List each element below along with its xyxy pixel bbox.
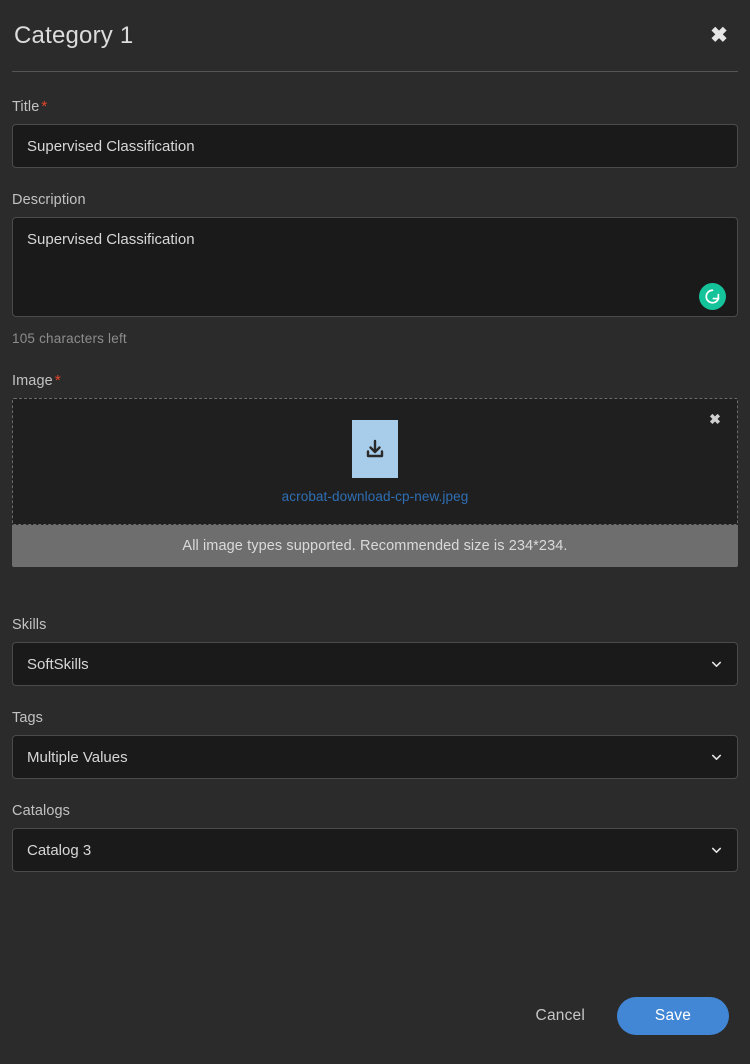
required-asterisk: * xyxy=(53,372,61,389)
remove-image-icon[interactable]: ✖ xyxy=(704,408,726,430)
tags-select-wrap: Multiple Values xyxy=(12,735,738,779)
title-input[interactable] xyxy=(12,124,738,168)
catalogs-field-group: Catalogs Catalog 3 xyxy=(12,803,738,872)
modal-header: Category 1 ✖ xyxy=(12,0,738,72)
description-field-group: Description 105 characters left xyxy=(12,192,738,346)
image-label-text: Image xyxy=(12,373,53,389)
spacer xyxy=(12,567,738,617)
title-label: Title* xyxy=(12,98,738,115)
skills-select-wrap: SoftSkills xyxy=(12,642,738,686)
modal-footer: Cancel Save xyxy=(12,968,738,1064)
grammarly-icon[interactable] xyxy=(699,283,726,310)
image-dropzone[interactable]: ✖ acrobat-download-cp-new.jpeg xyxy=(12,398,738,525)
skills-label: Skills xyxy=(12,617,738,633)
tags-label: Tags xyxy=(12,710,738,726)
skills-select[interactable]: SoftSkills xyxy=(12,642,738,686)
catalogs-select-wrap: Catalog 3 xyxy=(12,828,738,872)
catalogs-select[interactable]: Catalog 3 xyxy=(12,828,738,872)
download-icon xyxy=(352,420,398,478)
tags-selected-value: Multiple Values xyxy=(27,749,128,766)
required-asterisk: * xyxy=(39,98,47,115)
page-title: Category 1 xyxy=(12,22,133,50)
close-icon[interactable]: ✖ xyxy=(704,21,734,51)
spacer xyxy=(12,686,738,710)
spacer xyxy=(12,346,738,372)
characters-left-counter: 105 characters left xyxy=(12,331,738,346)
skills-field-group: Skills SoftSkills xyxy=(12,617,738,686)
description-textarea-wrap xyxy=(12,217,738,322)
image-field-group: Image* ✖ acrobat-download-cp-new.jpeg Al… xyxy=(12,372,738,567)
spacer xyxy=(12,779,738,803)
spacer xyxy=(12,168,738,192)
description-input[interactable] xyxy=(12,217,738,317)
skills-selected-value: SoftSkills xyxy=(27,656,89,673)
catalogs-selected-value: Catalog 3 xyxy=(27,842,91,859)
tags-field-group: Tags Multiple Values xyxy=(12,710,738,779)
title-field-group: Title* xyxy=(12,98,738,168)
image-label: Image* xyxy=(12,372,738,389)
category-edit-modal: Category 1 ✖ Title* Description xyxy=(0,0,750,1064)
tags-select[interactable]: Multiple Values xyxy=(12,735,738,779)
uploaded-file-link[interactable]: acrobat-download-cp-new.jpeg xyxy=(282,489,469,504)
description-label: Description xyxy=(12,192,738,208)
save-button[interactable]: Save xyxy=(617,997,729,1035)
cancel-button[interactable]: Cancel xyxy=(522,999,599,1033)
catalogs-label: Catalogs xyxy=(12,803,738,819)
image-upload-hint: All image types supported. Recommended s… xyxy=(12,525,738,567)
title-label-text: Title xyxy=(12,99,39,115)
modal-body: Title* Description 105 characters left xyxy=(12,72,738,968)
